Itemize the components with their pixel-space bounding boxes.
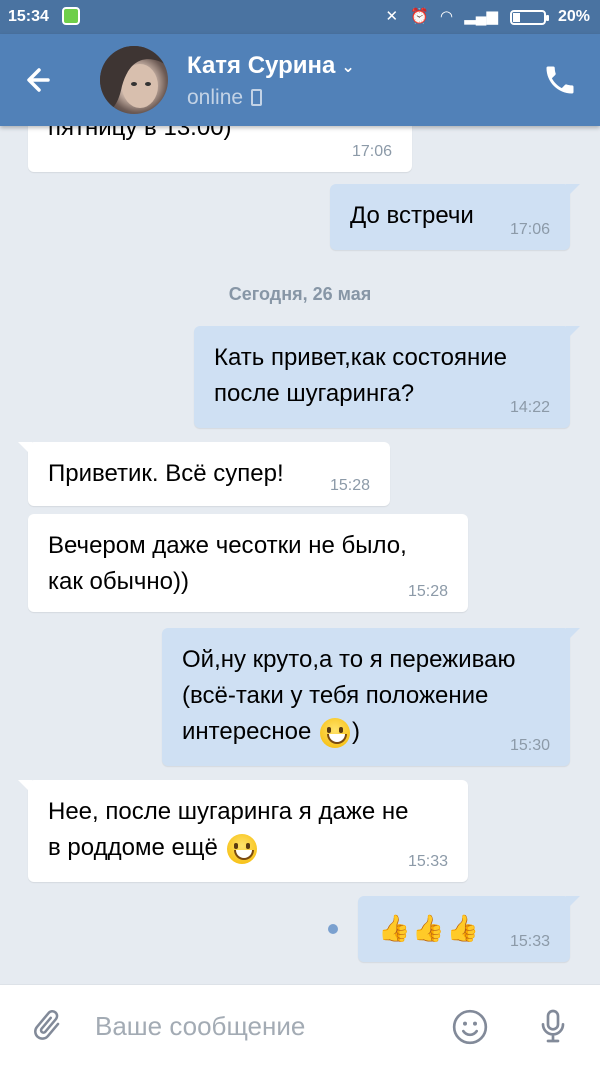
emoji-smile-icon[interactable] bbox=[450, 1007, 490, 1047]
message-list[interactable]: пятницу в 13.00) 17:06 До встречи 17:06 … bbox=[0, 126, 600, 984]
thumbs-up-icon: 👍👍👍 bbox=[378, 913, 482, 943]
message-text: пятницу в 13.00) bbox=[48, 126, 232, 141]
message-time: 17:06 bbox=[509, 221, 550, 238]
alarm-icon: ⏰ bbox=[410, 8, 429, 25]
message-text: Вечером даже чесотки не было, как обычно… bbox=[48, 532, 407, 595]
battery-level: 20% bbox=[557, 8, 590, 25]
message-time: 15:28 bbox=[407, 583, 448, 600]
message-bubble-outgoing[interactable]: До встречи 17:06 bbox=[330, 184, 580, 250]
message-bubble-outgoing[interactable]: Кать привет,как состояние после шугаринг… bbox=[194, 326, 580, 428]
phone-call-icon[interactable] bbox=[542, 62, 578, 98]
message-bubble-incoming[interactable]: пятницу в 13.00) 17:06 bbox=[28, 126, 412, 172]
battery-icon bbox=[509, 9, 549, 25]
signal-icon: ▂▄▆ bbox=[464, 8, 498, 25]
message-bubble-incoming[interactable]: Приветик. Всё супер! 15:28 bbox=[18, 442, 390, 506]
chat-header: Катя Сурина ⌄ online bbox=[0, 34, 600, 126]
contact-name[interactable]: Катя Сурина ⌄ bbox=[187, 52, 355, 80]
microphone-icon[interactable] bbox=[533, 1005, 573, 1047]
message-bubble-outgoing[interactable]: 👍👍👍 15:33 bbox=[358, 896, 580, 962]
date-separator: Сегодня, 26 мая bbox=[228, 284, 372, 304]
message-bubble-incoming[interactable]: Нее, после шугаринга я даже не в роддоме… bbox=[18, 780, 468, 882]
message-text: Приветик. Всё супер! bbox=[48, 460, 284, 487]
message-time: 15:33 bbox=[509, 933, 550, 950]
status-time: 15:34 bbox=[8, 8, 49, 25]
message-bubble-incoming[interactable]: Вечером даже чесотки не было, как обычно… bbox=[28, 514, 468, 612]
message-time: 15:30 bbox=[509, 737, 550, 754]
message-time: 15:28 bbox=[329, 477, 370, 494]
message-composer bbox=[0, 984, 600, 1066]
message-text: До встречи bbox=[350, 202, 474, 229]
mute-icon: ✕ bbox=[385, 8, 399, 25]
message-text: Кать привет,как состояние после шугаринг… bbox=[214, 344, 507, 407]
unread-indicator bbox=[328, 924, 338, 934]
mobile-phone-icon bbox=[251, 89, 263, 106]
contact-avatar[interactable] bbox=[100, 46, 168, 114]
contact-status: online bbox=[187, 86, 263, 110]
app-notification-icon bbox=[62, 7, 80, 25]
smiley-emoji-icon bbox=[226, 833, 257, 864]
chevron-down-icon[interactable]: ⌄ bbox=[341, 57, 354, 77]
message-input[interactable] bbox=[95, 1005, 425, 1047]
back-arrow-icon[interactable] bbox=[18, 58, 62, 102]
message-time: 15:33 bbox=[407, 853, 448, 870]
paperclip-icon[interactable] bbox=[28, 1007, 66, 1045]
contact-name-text: Катя Сурина bbox=[187, 52, 336, 79]
grinning-emoji-icon bbox=[320, 717, 351, 748]
online-status-text: online bbox=[187, 86, 244, 109]
message-bubble-outgoing[interactable]: Ой,ну круто,а то я переживаю (всё-таки у… bbox=[162, 628, 580, 766]
wifi-icon: ◠ bbox=[440, 8, 453, 25]
message-text-end: ) bbox=[352, 718, 361, 745]
message-time: 17:06 bbox=[351, 143, 392, 160]
status-bar: 15:34 ✕ ⏰ ◠ ▂▄▆ 20% bbox=[0, 0, 600, 34]
message-time: 14:22 bbox=[509, 399, 550, 416]
